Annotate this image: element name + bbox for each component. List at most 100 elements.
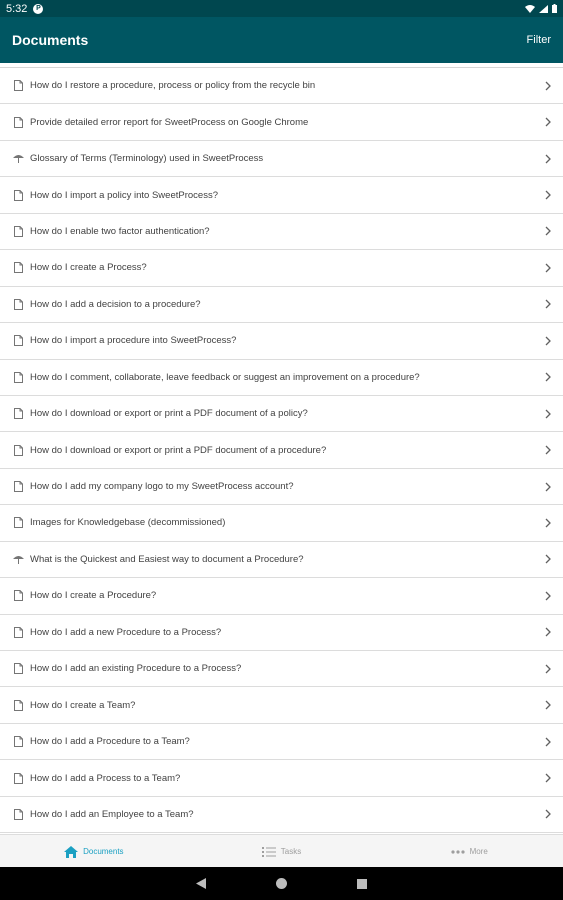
page-title: Documents [12,32,89,48]
umbrella-icon [12,153,24,165]
signal-icon [539,4,548,13]
list-item[interactable]: How do I add a Process to a Team? [0,760,563,797]
list-item[interactable]: What is the Quickest and Easiest way to … [0,542,563,579]
list-item-label: How do I restore a procedure, process or… [30,80,316,92]
list-item[interactable]: How do I add an Employee to a Team? [0,797,563,834]
chevron-right-icon [541,114,551,130]
nav-more-label: More [469,847,488,856]
list-item[interactable]: How do I add an existing Procedure to a … [0,651,563,688]
list-item-label: How do I create a Process? [30,262,147,274]
nav-documents-label: Documents [83,847,124,856]
list-item-label: How do I add an existing Procedure to a … [30,663,242,675]
document-icon [12,335,24,347]
list-item-label: How do I create a Procedure? [30,590,157,602]
list-item[interactable]: How do I enable two factor authenticatio… [0,214,563,251]
list-item-label: How do I enable two factor authenticatio… [30,225,210,237]
home-button-icon[interactable] [276,878,287,889]
document-icon [12,298,24,310]
app-bar: Documents Filter [0,17,563,63]
list-item[interactable]: How do I import a procedure into SweetPr… [0,323,563,360]
nav-documents[interactable]: Documents [0,835,188,868]
chevron-right-icon [541,333,551,349]
document-icon [12,408,24,420]
list-item[interactable]: How do I add my company logo to my Sweet… [0,469,563,506]
chevron-right-icon [541,78,551,94]
chevron-right-icon [541,296,551,312]
chevron-right-icon [541,624,551,640]
list-item-label: How do I add a new Procedure to a Proces… [30,626,222,638]
list-item[interactable]: Glossary of Terms (Terminology) used in … [0,141,563,178]
nav-tasks[interactable]: Tasks [188,835,376,868]
document-list[interactable]: How do I restore a procedure, process or… [0,67,563,835]
chevron-right-icon [541,151,551,167]
system-nav-bar [0,867,563,900]
chevron-right-icon [541,442,551,458]
app-notification-icon: P [33,3,44,14]
list-item[interactable]: How do I create a Team? [0,687,563,724]
document-icon [12,517,24,529]
chevron-right-icon [541,806,551,822]
list-item-label: What is the Quickest and Easiest way to … [30,553,304,565]
status-bar: 5:32 P [0,0,563,17]
list-item-label: How do I comment, collaborate, leave fee… [30,371,420,383]
chevron-right-icon [541,697,551,713]
list-item[interactable]: Provide detailed error report for SweetP… [0,104,563,141]
list-item[interactable]: Images for Knowledgebase (decommissioned… [0,505,563,542]
list-item[interactable]: How do I create a Procedure? [0,578,563,615]
list-item-label: How do I add a Process to a Team? [30,772,181,784]
filter-button[interactable]: Filter [527,34,551,46]
chevron-right-icon [541,551,551,567]
list-item-label: How do I create a Team? [30,699,136,711]
document-icon [12,225,24,237]
chevron-right-icon [541,770,551,786]
list-item[interactable]: How do I create a Process? [0,250,563,287]
nav-more[interactable]: More [375,835,563,868]
document-icon [12,626,24,638]
list-item-label: How do I import a policy into SweetProce… [30,189,218,201]
document-icon [12,444,24,456]
list-item-label: How do I add an Employee to a Team? [30,808,194,820]
list-item[interactable]: How do I download or export or print a P… [0,396,563,433]
chevron-right-icon [541,734,551,750]
document-icon [12,116,24,128]
list-item[interactable]: How do I add a decision to a procedure? [0,287,563,324]
document-icon [12,590,24,602]
document-icon [12,808,24,820]
status-time: 5:32 [6,2,28,15]
list-item[interactable]: How do I comment, collaborate, leave fee… [0,360,563,396]
back-icon[interactable] [196,878,206,889]
list-item-label: How do I add my company logo to my Sweet… [30,481,294,493]
list-item[interactable]: How do I download or export or print a P… [0,432,563,469]
chevron-right-icon [541,187,551,203]
list-item-label: How do I download or export or print a P… [30,408,308,420]
list-item-label: Images for Knowledgebase (decommissioned… [30,517,226,529]
more-icon [450,849,465,854]
list-item-label: How do I add a Procedure to a Team? [30,736,190,748]
document-icon [12,699,24,711]
battery-icon [552,4,557,13]
list-item-label: How do I download or export or print a P… [30,444,327,456]
home-icon [64,845,79,858]
list-item[interactable]: How do I import a policy into SweetProce… [0,177,563,214]
list-item[interactable]: How do I add a new Procedure to a Proces… [0,615,563,651]
chevron-right-icon [541,515,551,531]
list-item-label: Glossary of Terms (Terminology) used in … [30,153,264,165]
chevron-right-icon [541,479,551,495]
document-icon [12,189,24,201]
list-item[interactable]: How do I restore a procedure, process or… [0,68,563,105]
list-item[interactable]: How do I add a Procedure to a Team? [0,724,563,761]
list-item-label: Provide detailed error report for SweetP… [30,116,309,128]
document-icon [12,663,24,675]
chevron-right-icon [541,588,551,604]
document-icon [12,481,24,493]
recents-icon[interactable] [357,878,367,889]
list-item-label: How do I add a decision to a procedure? [30,298,201,310]
wifi-icon [525,4,535,13]
document-icon [12,371,24,383]
chevron-right-icon [541,223,551,239]
list-item-label: How do I import a procedure into SweetPr… [30,335,237,347]
chevron-right-icon [541,406,551,422]
tasks-icon [261,846,276,857]
document-icon [12,736,24,748]
chevron-right-icon [541,661,551,677]
